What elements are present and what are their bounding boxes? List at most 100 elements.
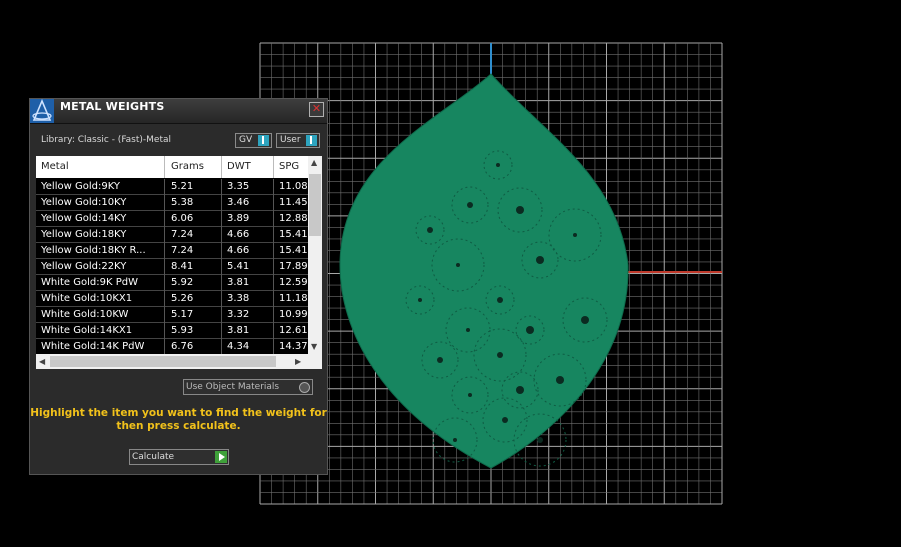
column-header-dwt[interactable]: DWT xyxy=(227,161,271,172)
dwt-value: 4.66 xyxy=(227,245,250,256)
table-row[interactable]: Yellow Gold:18KY R... 7.24 4.66 15.41 xyxy=(36,243,308,259)
spg-value: 11.08 xyxy=(279,181,308,192)
metal-name: Yellow Gold:14KY xyxy=(41,213,127,224)
calculate-button[interactable]: Calculate xyxy=(129,449,229,465)
metal-name: White Gold:10KW xyxy=(41,309,129,320)
table-row[interactable]: Yellow Gold:9KY 5.21 3.35 11.08 xyxy=(36,179,308,195)
table-row[interactable]: Yellow Gold:22KY 8.41 5.41 17.89 xyxy=(36,259,308,275)
user-toggle-label: User xyxy=(280,135,301,145)
user-toggle[interactable]: User xyxy=(276,133,320,148)
dwt-value: 3.81 xyxy=(227,277,250,288)
mesh-hole xyxy=(437,357,443,363)
metal-name: White Gold:10KX1 xyxy=(41,293,133,304)
spg-value: 14.37 xyxy=(279,341,308,352)
dwt-value: 3.38 xyxy=(227,293,250,304)
spg-value: 11.45 xyxy=(279,197,308,208)
column-header-spg[interactable]: SPG xyxy=(279,161,309,172)
spg-value: 17.89 xyxy=(279,261,308,272)
toggle-knob-icon xyxy=(306,135,317,146)
mesh-hole xyxy=(497,352,503,358)
grams-value: 8.41 xyxy=(171,261,194,272)
radio-icon[interactable] xyxy=(299,382,310,393)
spg-value: 10.99 xyxy=(279,309,308,320)
use-object-materials-option[interactable]: Use Object Materials xyxy=(183,379,313,395)
leaf-pendant-model[interactable] xyxy=(339,73,629,469)
instruction-text: Highlight the item you want to find the … xyxy=(30,407,327,432)
panel-title: METAL WEIGHTS xyxy=(60,100,165,113)
scroll-down-icon[interactable]: ▼ xyxy=(311,342,317,351)
spg-value: 12.59 xyxy=(279,277,308,288)
spg-value: 12.88 xyxy=(279,213,308,224)
grams-value: 5.38 xyxy=(171,197,194,208)
scroll-right-icon[interactable]: ▶ xyxy=(295,357,301,366)
mesh-hole xyxy=(467,202,473,208)
mesh-hole xyxy=(573,233,577,237)
metal-name: White Gold:14KX1 xyxy=(41,325,133,336)
toggle-knob-icon xyxy=(258,135,269,146)
metal-name: Yellow Gold:9KY xyxy=(41,181,120,192)
grams-value: 6.06 xyxy=(171,213,194,224)
gv-toggle[interactable]: GV xyxy=(235,133,272,148)
table-row[interactable]: Yellow Gold:14KY 6.06 3.89 12.88 xyxy=(36,211,308,227)
scroll-left-icon[interactable]: ◀ xyxy=(39,357,45,366)
header-divider xyxy=(164,156,165,178)
spg-value: 15.41 xyxy=(279,245,308,256)
vertical-scroll-thumb[interactable] xyxy=(309,174,321,236)
grams-value: 5.17 xyxy=(171,309,194,320)
scrollbar-corner xyxy=(308,354,322,369)
mesh-hole xyxy=(526,326,534,334)
table-row[interactable]: White Gold:9K PdW 5.92 3.81 12.59 xyxy=(36,275,308,291)
app-logo-icon xyxy=(30,99,54,123)
dwt-value: 3.32 xyxy=(227,309,250,320)
mesh-hole xyxy=(556,376,564,384)
table-row[interactable]: White Gold:10KW 5.17 3.32 10.99 xyxy=(36,307,308,323)
metal-name: Yellow Gold:18KY xyxy=(41,229,127,240)
grams-value: 5.93 xyxy=(171,325,194,336)
dwt-value: 4.34 xyxy=(227,341,250,352)
metal-weights-panel: METAL WEIGHTS ✕ Library: Classic - (Fast… xyxy=(29,98,328,475)
horizontal-scroll-thumb[interactable] xyxy=(50,356,276,367)
dwt-value: 4.66 xyxy=(227,229,250,240)
close-icon[interactable]: ✕ xyxy=(309,102,324,117)
mesh-hole xyxy=(502,417,508,423)
table-row[interactable]: White Gold:14KX1 5.93 3.81 12.61 xyxy=(36,323,308,339)
metal-name: Yellow Gold:18KY R... xyxy=(41,245,146,256)
mesh-hole xyxy=(427,227,433,233)
mesh-hole xyxy=(466,328,470,332)
vertical-scrollbar[interactable]: ▲ ▼ xyxy=(308,156,322,354)
metal-name: Yellow Gold:10KY xyxy=(41,197,127,208)
mesh-hole xyxy=(516,206,524,214)
column-divider xyxy=(273,179,274,369)
metal-table: Metal Grams DWT SPG Yellow Gold:9KY 5.21 3… xyxy=(36,156,322,369)
metal-name: Yellow Gold:22KY xyxy=(41,261,127,272)
mesh-hole xyxy=(581,316,589,324)
grams-value: 5.21 xyxy=(171,181,194,192)
panel-titlebar[interactable]: METAL WEIGHTS ✕ xyxy=(30,99,327,124)
dwt-value: 3.46 xyxy=(227,197,250,208)
grams-value: 7.24 xyxy=(171,245,194,256)
library-label: Library: Classic - (Fast)-Metal xyxy=(41,135,172,145)
table-row[interactable]: White Gold:14K PdW 6.76 4.34 14.37 xyxy=(36,339,308,355)
horizontal-scrollbar[interactable]: ◀ ▶ xyxy=(36,354,308,369)
gv-toggle-label: GV xyxy=(239,135,253,145)
table-row[interactable]: Yellow Gold:10KY 5.38 3.46 11.45 xyxy=(36,195,308,211)
calculate-label: Calculate xyxy=(132,452,175,462)
play-arrow-icon xyxy=(215,451,227,463)
dwt-value: 3.81 xyxy=(227,325,250,336)
grams-value: 6.76 xyxy=(171,341,194,352)
column-divider xyxy=(221,179,222,369)
scroll-up-icon[interactable]: ▲ xyxy=(311,158,317,167)
mesh-hole xyxy=(418,298,422,302)
column-header-grams[interactable]: Grams xyxy=(171,161,223,172)
mesh-hole xyxy=(453,438,457,442)
mesh-hole xyxy=(516,386,524,394)
table-row[interactable]: White Gold:10KX1 5.26 3.38 11.18 xyxy=(36,291,308,307)
column-divider xyxy=(164,179,165,369)
header-divider xyxy=(221,156,222,178)
dwt-value: 3.35 xyxy=(227,181,250,192)
metal-name: White Gold:9K PdW xyxy=(41,277,138,288)
spg-value: 11.18 xyxy=(279,293,308,304)
mesh-hole xyxy=(456,263,460,267)
table-row[interactable]: Yellow Gold:18KY 7.24 4.66 15.41 xyxy=(36,227,308,243)
column-header-metal[interactable]: Metal xyxy=(41,161,163,172)
